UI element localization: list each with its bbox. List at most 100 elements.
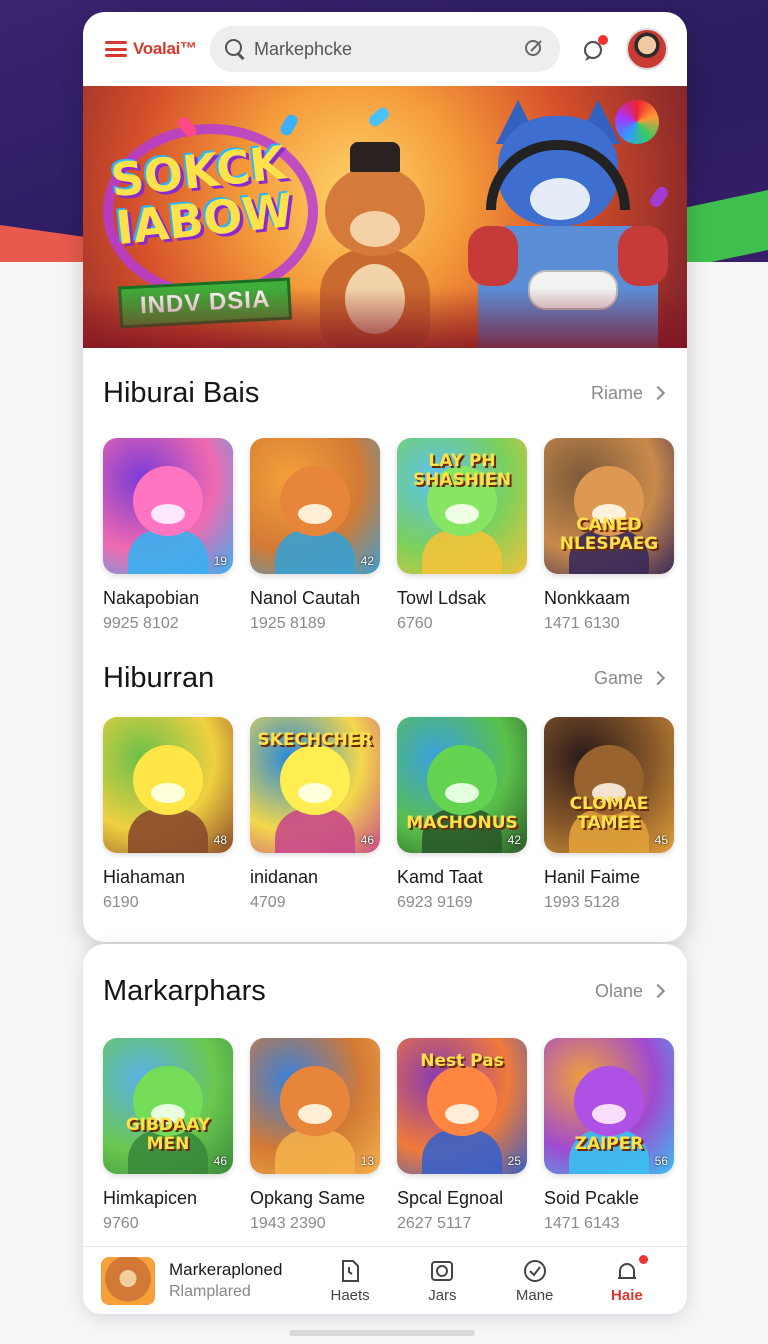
chevron-right-icon: [650, 385, 666, 401]
game-title: Nakapobian: [103, 588, 200, 608]
mini-player-subtitle: Rlamplared: [169, 1283, 251, 1300]
game-title: inidanan: [250, 867, 319, 887]
game-thumbnail: Nest Pas 25: [397, 1038, 527, 1174]
nav-badge-dot: [637, 1253, 649, 1265]
search-bar[interactable]: [210, 26, 560, 72]
thumbnail-label: LAY PH SHASHIEN: [412, 451, 512, 490]
game-thumbnail: SKECHCHER 46: [250, 717, 380, 853]
game-tile[interactable]: 19 Nakapobian 9925 8102: [103, 438, 233, 633]
game-stats: 9925 8102: [103, 615, 179, 632]
nav-item-haets[interactable]: Haets: [304, 1258, 396, 1304]
game-thumbnail: CLOMAE TAMEE 45: [544, 717, 674, 853]
game-stats: 6190: [103, 894, 139, 911]
game-tile[interactable]: CLOMAE TAMEE 45 Hanil Faime 1993 5128: [544, 717, 674, 912]
thumbnail-badge: 56: [654, 1154, 668, 1168]
section-1: Hiburran Game 48 Hiahaman 6190 SKECHCHER…: [83, 639, 687, 912]
thumbnail-label: Nest Pas: [420, 1051, 504, 1071]
thumbnail-label: SKECHCHER: [257, 730, 373, 750]
avatar[interactable]: [626, 28, 668, 70]
nav-item-jars[interactable]: Jars: [396, 1258, 488, 1304]
game-tile[interactable]: Nest Pas 25 Spcal Egnoal 2627 5117: [397, 1038, 527, 1233]
game-stats: 1471 6143: [544, 1215, 620, 1232]
section-title: Hiburai Bais: [103, 376, 260, 409]
game-thumbnail: GIBDAAY MEN 46: [103, 1038, 233, 1174]
banner-stage: [83, 288, 687, 348]
notification-dot: [598, 35, 608, 45]
edit-search-icon[interactable]: [522, 37, 546, 61]
bottom-bar: Markeraploned Rlamplared Haets Jars Mane…: [83, 1246, 687, 1314]
banner-title: SOKCK IABOW: [108, 135, 296, 256]
nav-item-haie[interactable]: Haie: [581, 1253, 673, 1304]
thumbnail-badge: 46: [360, 833, 374, 847]
game-tile[interactable]: LAY PH SHASHIEN Towl Ldsak 6760: [397, 438, 527, 633]
game-stats: 9760: [103, 1215, 139, 1232]
game-tile[interactable]: CANED NLESPAEG Nonkkaam 1471 6130: [544, 438, 674, 633]
section-more-link[interactable]: Olane: [595, 981, 669, 1002]
thumbnail-badge: 42: [360, 554, 374, 568]
game-title: Soid Pcakle: [544, 1188, 640, 1208]
section-more-label: Game: [593, 667, 643, 688]
tile-row: GIBDAAY MEN 46 Himkapicen 9760 13 Opkang…: [103, 1038, 674, 1233]
game-tile[interactable]: MACHONUS 42 Kamd Taat 6923 9169: [397, 717, 527, 912]
thumbnail-label: ZAIPER: [574, 1134, 644, 1154]
chevron-right-icon: [650, 670, 666, 686]
game-title: Opkang Same: [250, 1188, 366, 1208]
thumbnail-badge: 13: [360, 1154, 374, 1168]
game-stats: 1471 6130: [544, 615, 620, 632]
section-more-label: Olane: [594, 980, 643, 1001]
nav-label: Haets: [330, 1286, 370, 1304]
thumbnail-badge: 46: [213, 1154, 227, 1168]
logo[interactable]: Voalai™: [105, 39, 210, 59]
game-tile[interactable]: 42 Nanol Cautah 1925 8189: [250, 438, 380, 633]
main-card: Voalai™ SOKCK IABOW INDV DSIA: [83, 12, 687, 942]
mini-player-thumbnail: [101, 1256, 155, 1305]
game-title: Nanol Cautah: [250, 588, 361, 608]
section-2: Markarphars Olane GIBDAAY MEN 46 Himkapi…: [83, 944, 687, 1233]
mini-player[interactable]: Markeraploned Rlamplared: [101, 1256, 304, 1305]
game-stats: 1943 2390: [250, 1215, 326, 1232]
nav-item-mane[interactable]: Mane: [489, 1258, 581, 1304]
game-thumbnail: 42: [250, 438, 380, 574]
confetti-icon: [366, 105, 392, 129]
thumbnail-badge: 25: [507, 1154, 521, 1168]
menu-icon[interactable]: [105, 41, 127, 57]
game-tile[interactable]: SKECHCHER 46 inidanan 4709: [250, 717, 380, 912]
game-tile[interactable]: ZAIPER 56 Soid Pcakle 1471 6143: [544, 1038, 674, 1233]
home-indicator[interactable]: [289, 1330, 475, 1336]
game-thumbnail: ZAIPER 56: [544, 1038, 674, 1174]
game-tile[interactable]: GIBDAAY MEN 46 Himkapicen 9760: [103, 1038, 233, 1233]
game-thumbnail: MACHONUS 42: [397, 717, 527, 853]
notification-button[interactable]: [574, 29, 614, 69]
game-thumbnail: LAY PH SHASHIEN: [397, 438, 527, 574]
section-title: Markarphars: [103, 974, 266, 1007]
logo-text: Voalai™: [133, 39, 197, 58]
game-thumbnail: 48: [103, 717, 233, 853]
nav-label: Mane: [515, 1286, 554, 1304]
section-title: Hiburran: [103, 661, 215, 694]
section-more-link[interactable]: Game: [594, 668, 669, 689]
nav-label: Jars: [428, 1286, 457, 1304]
game-title: Hanil Faime: [544, 867, 641, 887]
bell-icon: [617, 1262, 636, 1279]
game-stats: 6923 9169: [397, 894, 473, 911]
game-stats: 1925 8189: [250, 615, 326, 632]
search-input[interactable]: [254, 38, 514, 60]
section-more-label: Riame: [590, 382, 643, 403]
section-more-link[interactable]: Riame: [591, 383, 669, 404]
game-thumbnail: 19: [103, 438, 233, 574]
thumbnail-label: GIBDAAY MEN: [125, 1115, 211, 1154]
chevron-right-icon: [650, 983, 666, 999]
game-tile[interactable]: 48 Hiahaman 6190: [103, 717, 233, 912]
game-title: Kamd Taat: [397, 867, 483, 887]
thumbnail-label: MACHONUS: [406, 813, 518, 833]
game-tile[interactable]: 13 Opkang Same 1943 2390: [250, 1038, 380, 1233]
hero-banner[interactable]: SOKCK IABOW INDV DSIA: [83, 86, 687, 348]
thumbnail-label: CANED NLESPAEG: [559, 515, 659, 554]
secondary-card: Markarphars Olane GIBDAAY MEN 46 Himkapi…: [83, 944, 687, 1314]
section-0: Hiburai Bais Riame 19 Nakapobian 9925 81…: [83, 348, 687, 633]
game-stats: 6760: [397, 615, 433, 632]
confetti-icon: [278, 112, 300, 138]
thumbnail-badge: 48: [213, 833, 227, 847]
game-thumbnail: 13: [250, 1038, 380, 1174]
game-thumbnail: CANED NLESPAEG: [544, 438, 674, 574]
